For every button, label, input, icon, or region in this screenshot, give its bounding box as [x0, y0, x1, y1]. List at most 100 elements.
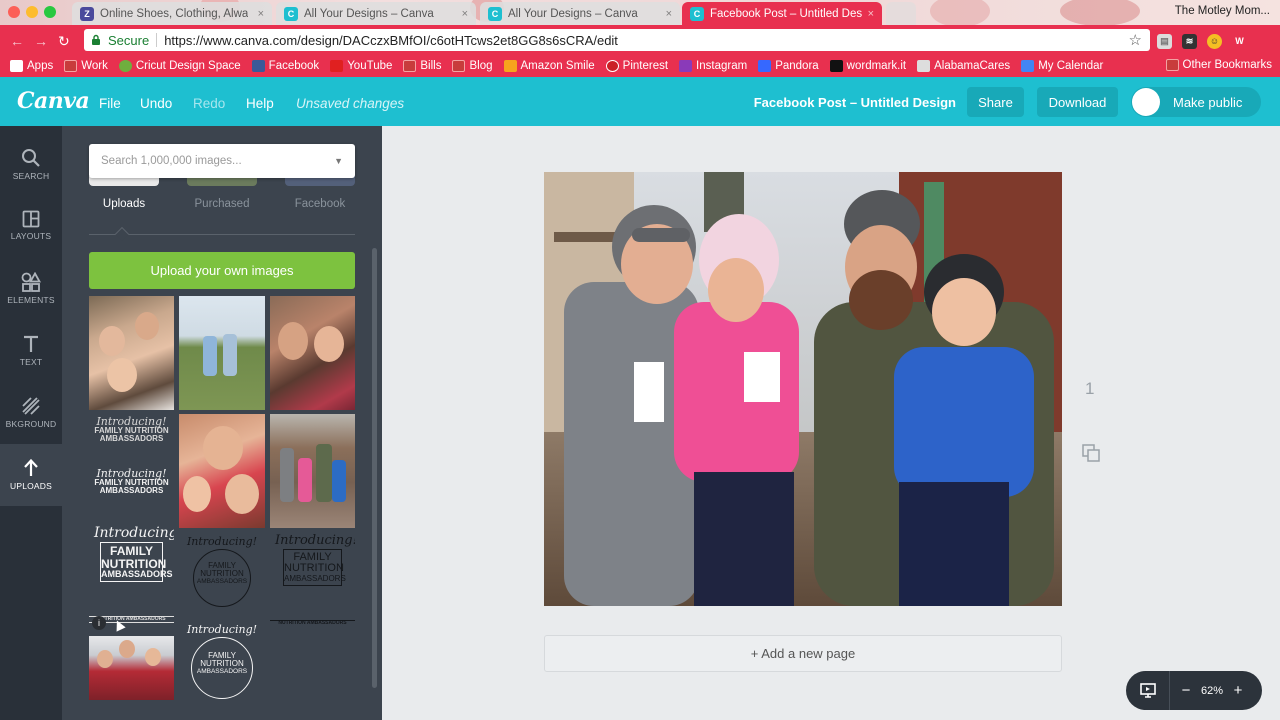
bookmark-amazon-smile[interactable]: Amazon Smile — [503, 60, 595, 72]
uploaded-image-family-red-shirts[interactable] — [89, 636, 174, 700]
uploaded-graphic-introducing-dark[interactable]: Introducing! FAMILY NUTRITION AMBASSADOR… — [270, 534, 355, 614]
graphic-text-5: Introducing! FAMILY NUTRITION AMBASSADOR… — [275, 534, 355, 586]
page-icon — [917, 60, 931, 72]
facebook-icon — [251, 60, 265, 72]
tab-purchased[interactable]: Purchased — [187, 198, 257, 210]
url-text[interactable]: https://www.canva.com/design/DACczxBMfOI… — [164, 33, 618, 48]
chevron-down-icon[interactable]: ▼ — [334, 156, 343, 166]
bookmark-wordmark[interactable]: wordmark.it — [829, 60, 906, 72]
close-tab-icon[interactable]: × — [456, 8, 468, 20]
close-tab-icon[interactable]: × — [660, 8, 672, 20]
uploaded-image-kids-field[interactable] — [179, 296, 265, 410]
graphic-ambassadors-text: AMBASSADORS — [101, 568, 173, 579]
graphic-ambassadors-text: AMBASSADORS — [196, 667, 248, 675]
make-public-toggle[interactable]: Make public — [1131, 87, 1261, 117]
browser-toolbar: ← → ↻ Secure https://www.canva.com/desig… — [0, 25, 1280, 55]
bookmark-facebook[interactable]: Facebook — [251, 60, 319, 72]
uploaded-image-family-selfie[interactable] — [89, 296, 174, 410]
design-page-photo[interactable] — [544, 172, 1062, 606]
maximize-window-button[interactable] — [44, 6, 56, 18]
add-new-page-button[interactable]: + Add a new page — [544, 635, 1062, 672]
child-shape — [223, 334, 237, 376]
rail-layouts[interactable]: LAYOUTS — [0, 196, 62, 258]
graphic-text-3: Introducing! FAMILY NUTRITION AMBASSADOR… — [94, 526, 174, 582]
zoom-level[interactable]: 62% — [1198, 685, 1226, 697]
uploaded-graphic-introducing-circle-light[interactable]: Introducing! FAMILY NUTRITION AMBASSADOR… — [179, 624, 265, 710]
forward-icon[interactable]: → — [34, 33, 48, 49]
close-tab-icon[interactable]: × — [862, 8, 874, 20]
browser-profile-name[interactable]: The Motley Mom... — [1175, 5, 1270, 17]
zoom-out-button[interactable]: − — [1174, 682, 1198, 699]
present-button[interactable] — [1126, 671, 1170, 710]
rail-text[interactable]: TEXT — [0, 320, 62, 382]
close-tab-icon[interactable]: × — [252, 8, 264, 20]
minimize-window-button[interactable] — [26, 6, 38, 18]
share-button[interactable]: Share — [967, 87, 1024, 117]
rail-search[interactable]: SEARCH — [0, 134, 62, 196]
amazon-icon — [503, 60, 517, 72]
buffer-extension-icon[interactable]: ≋ — [1182, 34, 1197, 49]
image-search-box[interactable]: ▼ — [89, 144, 355, 178]
extension-icon[interactable]: ▤ — [1157, 34, 1172, 49]
info-icon[interactable]: i — [92, 616, 106, 630]
folder-icon — [403, 60, 417, 72]
back-icon[interactable]: ← — [10, 33, 24, 49]
reload-icon[interactable]: ↻ — [58, 33, 70, 50]
face-shape — [145, 648, 161, 666]
tab-uploads[interactable]: Uploads — [89, 198, 159, 210]
rail-background[interactable]: BKGROUND — [0, 382, 62, 444]
browser-tab-facebook-post[interactable]: C Facebook Post – Untitled Desi × — [682, 2, 882, 25]
download-button[interactable]: Download — [1037, 87, 1118, 117]
file-menu[interactable]: File — [99, 96, 121, 111]
bookmark-apps[interactable]: Apps — [10, 60, 53, 72]
child-shape — [203, 336, 217, 376]
emoji-extension-icon[interactable]: ☺ — [1207, 34, 1222, 49]
duplicate-page-icon[interactable] — [1082, 444, 1100, 462]
uploaded-graphic-introducing-boxed[interactable]: Introducing! FAMILY NUTRITION AMBASSADOR… — [89, 526, 174, 606]
new-tab-button[interactable] — [886, 2, 916, 25]
browser-tab-canva-designs[interactable]: C All Your Designs – Canva × — [276, 2, 476, 25]
uploaded-graphic-introducing-circle[interactable]: Introducing! FAMILY NUTRITION AMBASSADOR… — [179, 536, 265, 616]
zoom-in-button[interactable]: + — [1226, 682, 1250, 699]
bookmark-pinterest[interactable]: Pinterest — [605, 60, 668, 72]
document-title[interactable]: Facebook Post – Untitled Design — [754, 95, 956, 110]
bookmark-my-calendar[interactable]: My Calendar — [1021, 60, 1103, 72]
bookmark-youtube[interactable]: YouTube — [330, 60, 392, 72]
image-search-input[interactable] — [101, 155, 331, 167]
rail-elements[interactable]: ELEMENTS — [0, 258, 62, 320]
graphic-nutrition-text: NUTRITION — [101, 556, 167, 571]
wordpress-extension-icon[interactable]: W — [1232, 34, 1247, 49]
bookmark-alabamacares[interactable]: AlabamaCares — [917, 60, 1010, 72]
browser-tab-zappos[interactable]: Z Online Shoes, Clothing, Alwa × — [72, 2, 272, 25]
bookmark-star-icon[interactable]: ☆ — [1129, 31, 1142, 49]
rail-uploads[interactable]: UPLOADS — [0, 444, 62, 506]
canva-logo[interactable]: Canva — [17, 88, 90, 114]
panel-scrollbar[interactable] — [372, 248, 377, 688]
uploaded-image-family-outdoors[interactable] — [270, 414, 355, 528]
browser-tab-canva-designs-2[interactable]: C All Your Designs – Canva × — [480, 2, 680, 25]
uploaded-image-couple[interactable] — [270, 296, 355, 410]
present-icon — [1139, 683, 1156, 698]
close-window-button[interactable] — [8, 6, 20, 18]
uploaded-graphic-introducing-stacked[interactable]: Introducing! FAMILY NUTRITION AMBASSADOR… — [89, 414, 174, 528]
bookmark-blog[interactable]: Blog — [452, 60, 493, 72]
uploaded-graphic-strip-dark[interactable]: NUTRITION AMBASSADORS — [270, 618, 355, 632]
uploaded-image-mom-selfie[interactable] — [179, 414, 265, 528]
redo-button[interactable]: Redo — [193, 96, 225, 111]
bookmark-pandora[interactable]: Pandora — [758, 60, 819, 72]
help-menu[interactable]: Help — [246, 96, 274, 111]
bookmark-bills[interactable]: Bills — [403, 60, 441, 72]
address-bar[interactable]: Secure https://www.canva.com/design/DACc… — [84, 29, 1150, 51]
graphic-introducing-text: Introducing! — [94, 526, 174, 541]
apps-icon — [10, 60, 23, 72]
upload-images-button[interactable]: Upload your own images — [89, 252, 355, 289]
bookmark-cricut[interactable]: Cricut Design Space — [118, 60, 241, 72]
other-bookmarks[interactable]: Other Bookmarks — [1165, 59, 1272, 71]
undo-button[interactable]: Undo — [140, 96, 172, 111]
bookmark-work[interactable]: Work — [64, 60, 108, 72]
layouts-icon — [22, 210, 40, 228]
wallpaper-flower — [930, 0, 990, 25]
graphic-ambassadors-text: AMBASSADORS — [284, 573, 346, 583]
bookmark-instagram[interactable]: Instagram — [679, 60, 747, 72]
tab-facebook[interactable]: Facebook — [285, 198, 355, 210]
